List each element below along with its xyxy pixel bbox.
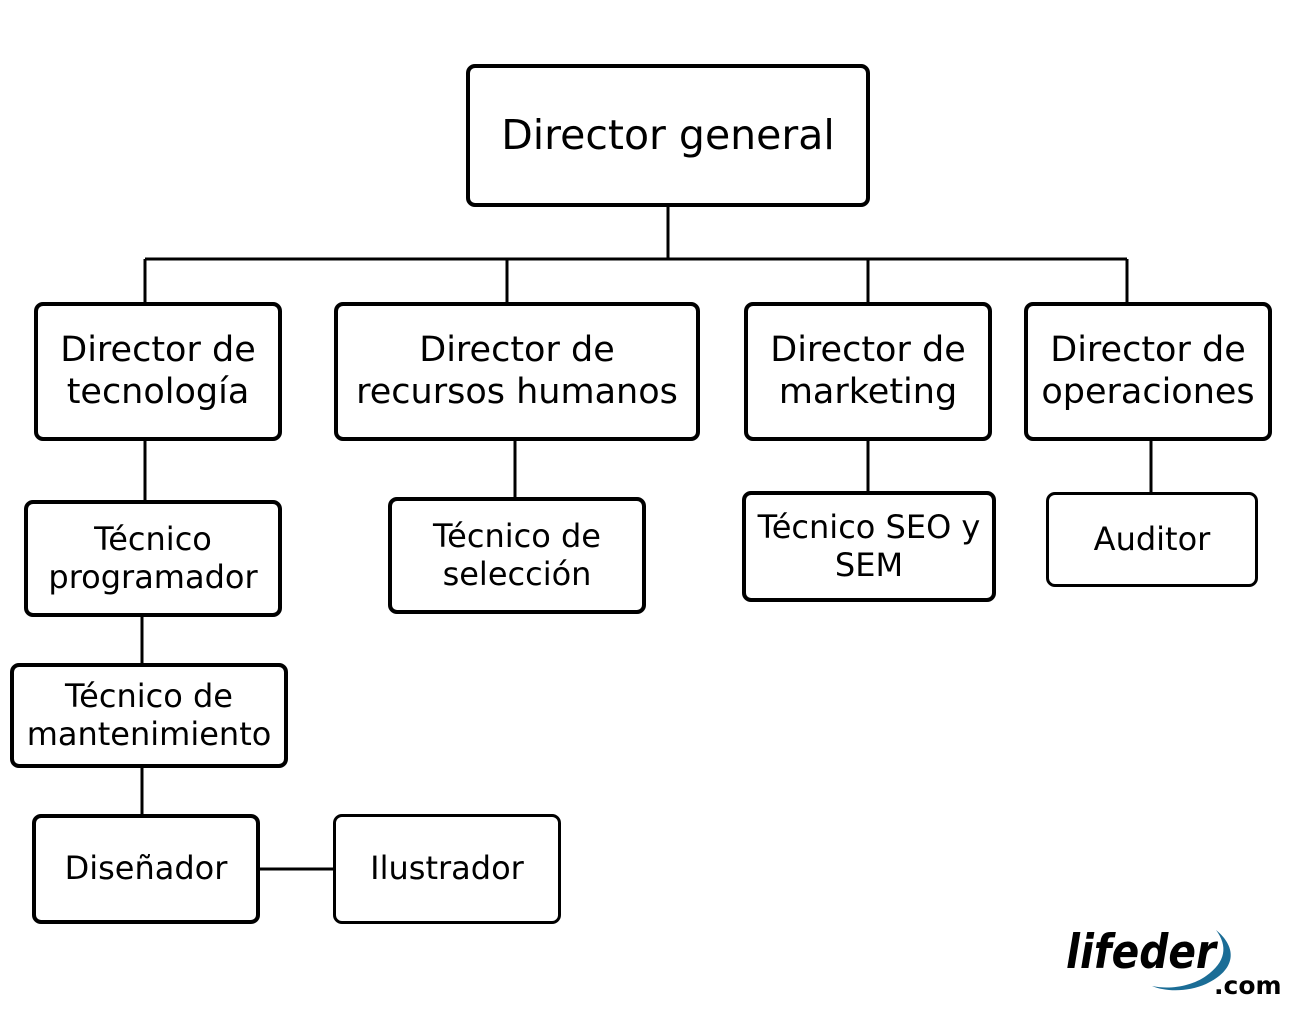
node-ilustrador-label: Ilustrador xyxy=(370,849,524,888)
lifeder-logo: lifeder .com xyxy=(1066,925,1282,1000)
node-director-general-label: Director general xyxy=(501,111,835,160)
node-director-operaciones-label: Director de operaciones xyxy=(1041,330,1255,412)
node-disenador[interactable]: Diseñador xyxy=(32,814,260,924)
node-tecnico-seleccion-label: Técnico de selección xyxy=(433,516,601,593)
lifeder-tld: .com xyxy=(1214,971,1282,1000)
node-director-recursos-humanos-label: Director de recursos humanos xyxy=(356,330,678,412)
node-tecnico-programador-label: Técnico programador xyxy=(48,519,258,596)
node-director-general[interactable]: Director general xyxy=(466,64,870,207)
node-director-marketing-label: Director de marketing xyxy=(770,330,966,412)
node-tecnico-mantenimiento-label: Técnico de mantenimiento xyxy=(26,676,272,753)
node-ilustrador[interactable]: Ilustrador xyxy=(333,814,561,924)
node-auditor[interactable]: Auditor xyxy=(1046,492,1258,587)
node-tecnico-seleccion[interactable]: Técnico de selección xyxy=(388,497,646,614)
node-director-operaciones[interactable]: Director de operaciones xyxy=(1024,302,1272,441)
node-auditor-label: Auditor xyxy=(1093,519,1211,558)
node-tecnico-mantenimiento[interactable]: Técnico de mantenimiento xyxy=(10,663,288,768)
node-disenador-label: Diseñador xyxy=(64,849,228,888)
node-director-marketing[interactable]: Director de marketing xyxy=(744,302,992,441)
node-director-tecnologia[interactable]: Director de tecnología xyxy=(34,302,282,441)
node-director-recursos-humanos[interactable]: Director de recursos humanos xyxy=(334,302,700,441)
node-tecnico-seo-sem[interactable]: Técnico SEO y SEM xyxy=(742,491,996,602)
node-director-tecnologia-label: Director de tecnología xyxy=(60,330,256,412)
node-tecnico-programador[interactable]: Técnico programador xyxy=(24,500,282,617)
node-tecnico-seo-sem-label: Técnico SEO y SEM xyxy=(757,507,981,584)
organizational-chart: Director general Director de tecnología … xyxy=(0,0,1300,1027)
lifeder-wordmark: lifeder xyxy=(1066,925,1218,980)
